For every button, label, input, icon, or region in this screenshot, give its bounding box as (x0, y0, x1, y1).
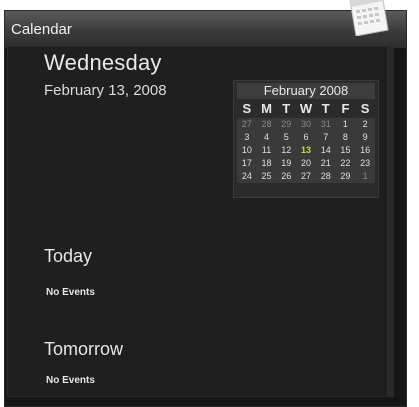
day-cell[interactable]: 1 (355, 170, 375, 183)
window-title: Calendar (11, 21, 72, 38)
day-cell[interactable]: 15 (336, 144, 356, 157)
dow-label: T (282, 101, 291, 116)
day-cell[interactable]: 27 (237, 118, 257, 131)
current-weekday: Wednesday (44, 50, 162, 75)
day-cell[interactable]: 6 (296, 131, 316, 144)
mini-calendar-grid: 27 28 29 30 31 1 2 3 4 5 6 7 8 9 10 11 12 13 14 15 16 17 18 19 2… (237, 118, 375, 183)
day-cell[interactable]: 2 (355, 118, 375, 131)
day-cell[interactable]: 7 (316, 131, 336, 144)
day-cell[interactable]: 12 (276, 144, 296, 157)
day-cell[interactable]: 24 (237, 170, 257, 183)
tomorrow-heading: Tomorrow (44, 339, 124, 359)
day-cell[interactable]: 3 (237, 131, 257, 144)
tomorrow-events: No Events (46, 375, 95, 386)
day-cell[interactable]: 28 (257, 118, 277, 131)
dow-label: W (299, 101, 313, 116)
day-cell[interactable]: 10 (237, 144, 257, 157)
day-cell[interactable]: 1 (336, 118, 356, 131)
day-cell[interactable]: 16 (355, 144, 375, 157)
dow-label: S (242, 101, 252, 116)
dow-label: T (321, 101, 330, 116)
day-cell[interactable]: 9 (355, 131, 375, 144)
day-cell[interactable]: 21 (316, 157, 336, 170)
day-cell[interactable]: 23 (355, 157, 375, 170)
day-cell[interactable]: 28 (316, 170, 336, 183)
dow-label: F (341, 101, 350, 116)
day-cell[interactable]: 20 (296, 157, 316, 170)
calendar-pad-icon (349, 0, 389, 36)
day-cell[interactable]: 29 (336, 170, 356, 183)
days-of-week-row: SMTWTFS (237, 101, 375, 116)
day-cell-today[interactable]: 13 (296, 144, 316, 157)
day-cell[interactable]: 22 (336, 157, 356, 170)
day-cell[interactable]: 26 (276, 170, 296, 183)
day-cell[interactable]: 19 (276, 157, 296, 170)
day-cell[interactable]: 25 (257, 170, 277, 183)
day-cell[interactable]: 29 (276, 118, 296, 131)
dow-label: M (261, 101, 272, 116)
today-events: No Events (46, 287, 95, 298)
day-cell[interactable]: 17 (237, 157, 257, 170)
day-cell[interactable]: 4 (257, 131, 277, 144)
day-cell[interactable]: 11 (257, 144, 277, 157)
mini-calendar: February 2008 SMTWTFS 27 28 29 30 31 1 2 3 4 5 6 7 8… (233, 80, 379, 198)
day-cell[interactable]: 27 (296, 170, 316, 183)
day-cell[interactable]: 8 (336, 131, 356, 144)
today-heading: Today (44, 246, 93, 266)
mini-calendar-month[interactable]: February 2008 (237, 83, 375, 99)
day-cell[interactable]: 30 (296, 118, 316, 131)
day-cell[interactable]: 31 (316, 118, 336, 131)
day-cell[interactable]: 18 (257, 157, 277, 170)
day-cell[interactable]: 5 (276, 131, 296, 144)
scrollbar[interactable] (388, 46, 394, 397)
day-cell[interactable]: 14 (316, 144, 336, 157)
dow-label: S (360, 101, 370, 116)
current-date: February 13, 2008 (44, 82, 167, 99)
